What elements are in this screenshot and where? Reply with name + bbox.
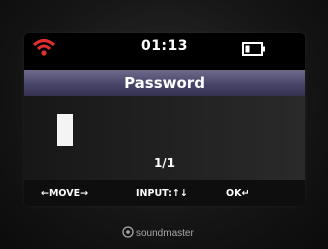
battery-icon [242,42,265,56]
page-title: Password [124,74,205,92]
lcd-screen: 01:13 Password 1/1 ←MOVE→ INPUT:↑↓ OK↵ [24,33,305,206]
password-entry-area[interactable]: 1/1 [24,96,305,180]
key-hint-bar: ←MOVE→ INPUT:↑↓ OK↵ [24,180,305,206]
title-bar: Password [24,70,305,96]
page-indicator: 1/1 [153,156,176,170]
move-hint: ←MOVE→ [41,188,89,199]
brand-name: soundmaster [136,228,194,239]
character-cursor[interactable] [57,114,73,146]
status-bar: 01:13 [24,33,305,70]
ok-hint: OK↵ [226,188,250,199]
input-hint: INPUT:↑↓ [136,188,188,199]
brand-logo-icon [122,226,134,238]
